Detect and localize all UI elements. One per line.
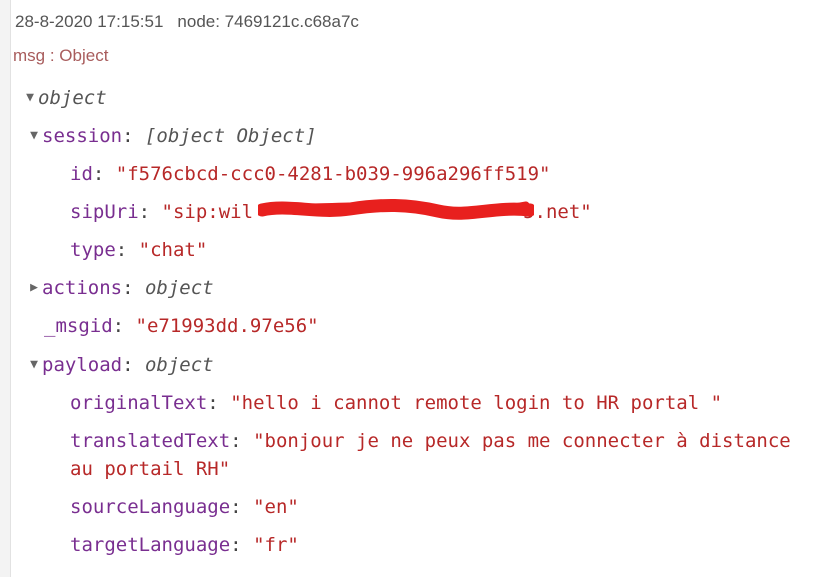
- originaltext-value[interactable]: "hello i cannot remote login to HR porta…: [230, 392, 722, 414]
- sipuri-value-start[interactable]: "sip:wil: [162, 201, 254, 223]
- tree-row-session[interactable]: ▼ session: [object Object]: [27, 123, 317, 149]
- tree-row-translatedtext-wrap[interactable]: au portail RH": [70, 456, 230, 482]
- originaltext-key: originalText: [70, 392, 208, 414]
- targetlanguage-colon: :: [230, 534, 242, 556]
- tree-row-translatedtext[interactable]: translatedText: "bonjour je ne peux pas …: [70, 428, 791, 454]
- translatedtext-value[interactable]: "bonjour je ne peux pas me connecter à d…: [253, 430, 791, 452]
- panel-left-border: [0, 0, 11, 577]
- id-colon: :: [92, 163, 105, 185]
- tree-row-originaltext[interactable]: originalText: "hello i cannot remote log…: [70, 390, 722, 416]
- tree-row-payload[interactable]: ▼ payload: object: [27, 352, 214, 378]
- targetlanguage-key: targetLanguage: [70, 534, 231, 556]
- payload-key: payload: [42, 354, 123, 376]
- tree-row-sourcelanguage[interactable]: sourceLanguage: "en": [70, 494, 299, 520]
- debug-message-panel: 28-8-2020 17:15:51 node: 7469121c.c68a7c …: [11, 0, 835, 577]
- originaltext-colon: :: [207, 392, 219, 414]
- root-type: object: [38, 87, 107, 109]
- msgid-value[interactable]: "e71993dd.97e56": [136, 315, 319, 337]
- type-key: type: [70, 239, 116, 261]
- sourcelanguage-value[interactable]: "en": [253, 496, 299, 518]
- translatedtext-colon: :: [230, 430, 242, 452]
- tree-row-msgid[interactable]: _msgid: "e71993dd.97e56": [44, 313, 319, 339]
- message-topic: msg : Object: [13, 46, 109, 65]
- sipuri-colon: :: [138, 201, 151, 223]
- caret-down-icon[interactable]: ▼: [27, 123, 41, 149]
- caret-down-icon[interactable]: ▼: [23, 85, 37, 111]
- message-node-id[interactable]: node: 7469121c.c68a7c: [177, 12, 359, 31]
- id-key: id: [70, 163, 93, 185]
- actions-colon: :: [122, 277, 134, 299]
- caret-right-icon[interactable]: ▶: [27, 275, 41, 301]
- sipuri-key: sipUri: [70, 201, 139, 223]
- tree-row-session-type[interactable]: type: "chat": [70, 237, 207, 263]
- sourcelanguage-key: sourceLanguage: [70, 496, 231, 518]
- type-value[interactable]: "chat": [139, 239, 208, 261]
- id-value[interactable]: "f576cbcd-ccc0-4281-b039-996a296ff519": [116, 163, 551, 185]
- type-colon: :: [115, 239, 128, 261]
- msgid-colon: :: [112, 315, 125, 337]
- caret-down-icon[interactable]: ▼: [27, 352, 41, 378]
- session-key: session: [42, 125, 123, 147]
- payload-type: object: [144, 354, 214, 376]
- redaction-scribble: [258, 199, 534, 220]
- targetlanguage-value[interactable]: "fr": [253, 534, 299, 556]
- tree-row-targetlanguage[interactable]: targetLanguage: "fr": [70, 532, 299, 558]
- actions-type: object: [144, 277, 214, 299]
- sourcelanguage-colon: :: [230, 496, 242, 518]
- message-timestamp: 28-8-2020 17:15:51: [15, 12, 164, 31]
- msgid-key: _msgid: [44, 315, 113, 337]
- session-type: [object Object]: [144, 125, 317, 147]
- tree-root-row[interactable]: ▼ object: [23, 85, 107, 111]
- translatedtext-key: translatedText: [70, 430, 231, 452]
- translatedtext-value-line2[interactable]: au portail RH": [70, 458, 230, 480]
- actions-key: actions: [42, 277, 123, 299]
- tree-row-session-id[interactable]: id: "f576cbcd-ccc0-4281-b039-996a296ff51…: [70, 161, 550, 187]
- message-meta: 28-8-2020 17:15:51 node: 7469121c.c68a7c: [15, 12, 359, 32]
- tree-row-actions[interactable]: ▶ actions: object: [27, 275, 214, 301]
- session-colon: :: [122, 125, 134, 147]
- payload-colon: :: [122, 354, 134, 376]
